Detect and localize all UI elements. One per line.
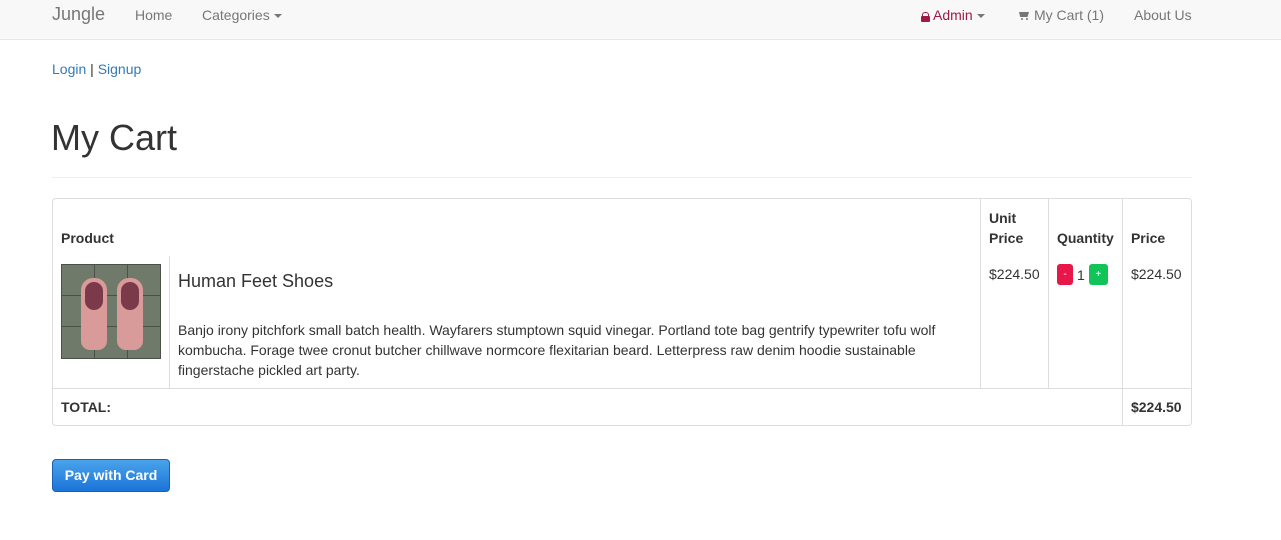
nav-cart-label: My Cart (1) bbox=[1034, 7, 1104, 23]
total-value: $224.50 bbox=[1130, 399, 1182, 415]
nav-admin-label: Admin bbox=[933, 7, 973, 23]
nav-categories-dropdown[interactable]: Categories bbox=[202, 7, 282, 23]
table-row: Human Feet Shoes Banjo irony pitchfork s… bbox=[53, 256, 1191, 389]
auth-separator: | bbox=[90, 61, 94, 77]
shopping-cart-icon bbox=[1018, 11, 1030, 21]
header-price: Price bbox=[1130, 230, 1166, 246]
header-unit-price: Unit Price bbox=[981, 199, 1049, 256]
navbar: Jungle Home Categories Admin My Cart (1)… bbox=[0, 0, 1281, 40]
product-name: Human Feet Shoes bbox=[178, 271, 334, 291]
caret-down-icon bbox=[976, 14, 985, 19]
total-label: TOTAL: bbox=[53, 389, 1123, 425]
total-row: TOTAL: $224.50 bbox=[53, 389, 1191, 425]
nav-about[interactable]: About Us bbox=[1134, 7, 1192, 23]
unit-price-cell: $224.50 bbox=[981, 256, 1049, 389]
quantity-value: 1 bbox=[1076, 266, 1085, 283]
nav-my-cart[interactable]: My Cart (1) bbox=[1018, 7, 1104, 23]
caret-down-icon bbox=[273, 14, 282, 19]
nav-categories-label: Categories bbox=[202, 7, 270, 23]
increase-quantity-button[interactable]: + bbox=[1088, 264, 1108, 285]
cart-table: Product Unit Price Quantity Price Human … bbox=[52, 198, 1192, 426]
login-link[interactable]: Login bbox=[52, 61, 86, 77]
product-info-cell: Human Feet Shoes Banjo irony pitchfork s… bbox=[170, 256, 981, 389]
product-image-cell bbox=[53, 256, 170, 389]
nav-home[interactable]: Home bbox=[135, 7, 172, 23]
page-title: My Cart bbox=[51, 117, 177, 158]
auth-links: Login | Signup bbox=[52, 61, 141, 77]
table-header-row: Product Unit Price Quantity Price bbox=[53, 199, 1191, 256]
signup-link[interactable]: Signup bbox=[98, 61, 142, 77]
product-image bbox=[61, 264, 161, 359]
header-quantity: Quantity bbox=[1049, 199, 1123, 256]
header-product: Product bbox=[53, 199, 981, 256]
product-description: Banjo irony pitchfork small batch health… bbox=[178, 322, 936, 378]
decrease-quantity-button[interactable]: - bbox=[1056, 264, 1073, 285]
quantity-cell: - 1 + bbox=[1048, 256, 1123, 389]
nav-admin-dropdown[interactable]: Admin bbox=[921, 7, 985, 23]
brand-link[interactable]: Jungle bbox=[52, 4, 105, 25]
price-cell: $224.50 bbox=[1122, 256, 1191, 389]
lock-icon bbox=[921, 12, 930, 22]
pay-with-card-button[interactable]: Pay with Card bbox=[52, 459, 170, 492]
quantity-stepper: - 1 + bbox=[1056, 264, 1114, 285]
title-divider bbox=[52, 177, 1192, 178]
